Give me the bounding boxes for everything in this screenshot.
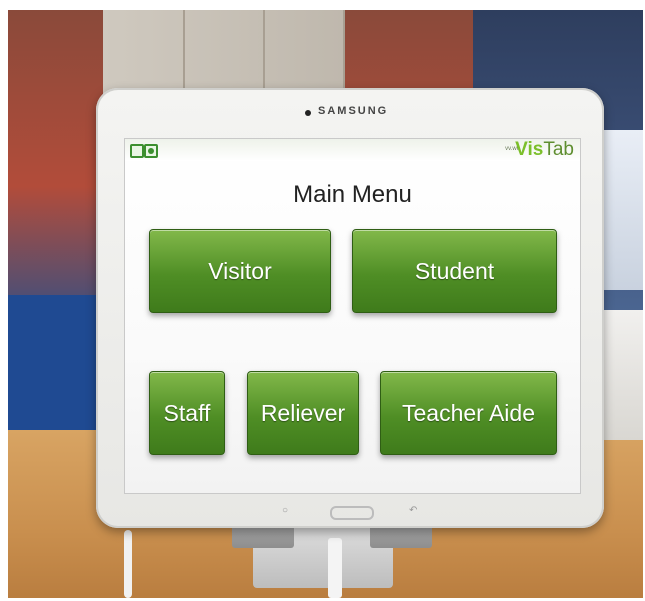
status-indicator-icon bbox=[144, 144, 158, 158]
reliever-button[interactable]: Reliever bbox=[247, 371, 359, 455]
home-button[interactable] bbox=[330, 506, 374, 520]
cable-left bbox=[124, 530, 132, 598]
charging-cable bbox=[328, 538, 342, 598]
device-brand: SAMSUNG bbox=[318, 105, 389, 117]
staff-button[interactable]: Staff bbox=[149, 371, 225, 455]
page-title: Main Menu bbox=[293, 181, 412, 208]
back-icon[interactable]: ↶ bbox=[409, 505, 417, 516]
student-button[interactable]: Student bbox=[352, 229, 557, 313]
background-cabinet bbox=[103, 10, 345, 100]
recent-apps-icon[interactable]: ○ bbox=[282, 505, 288, 516]
teacher-aide-button[interactable]: Teacher Aide bbox=[380, 371, 557, 455]
status-square-icon bbox=[130, 144, 144, 158]
tablet-screen: vv.wl VisTab Main Menu Visitor Student S… bbox=[124, 138, 581, 494]
tablet-device: SAMSUNG vv.wl VisTab Main Menu Visitor S… bbox=[96, 88, 604, 528]
vistab-logo: VisTab bbox=[515, 140, 574, 160]
logo-vis: Vis bbox=[515, 139, 544, 160]
front-camera-icon bbox=[305, 110, 311, 116]
logo-tab: Tab bbox=[543, 139, 574, 160]
photo-scene: SAMSUNG vv.wl VisTab Main Menu Visitor S… bbox=[8, 10, 643, 598]
visitor-button[interactable]: Visitor bbox=[149, 229, 331, 313]
app-topbar: vv.wl VisTab bbox=[125, 139, 580, 161]
